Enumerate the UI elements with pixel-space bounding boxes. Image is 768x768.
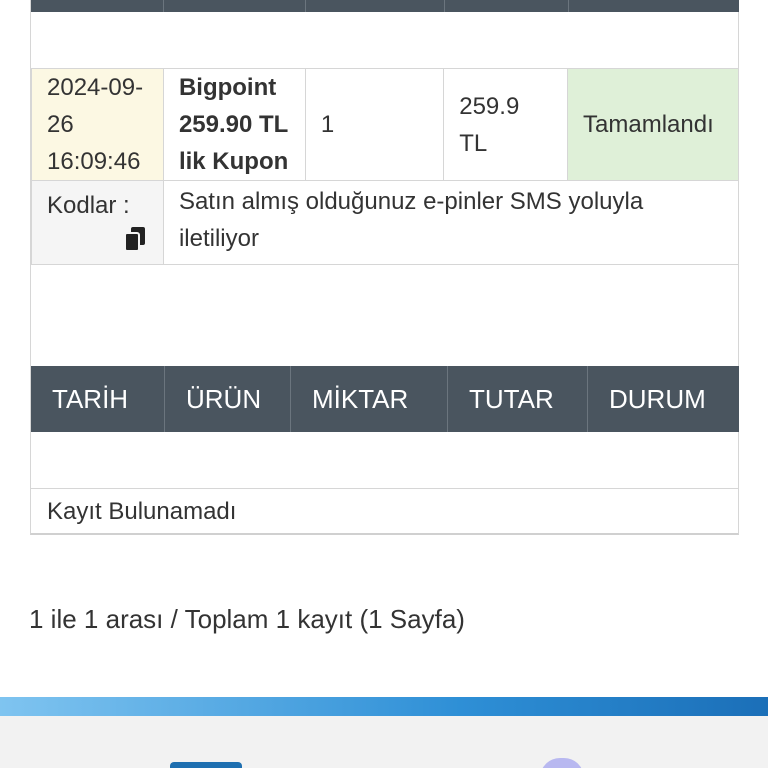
previous-table-header [31,0,739,12]
order-amount: 259.9 TL [443,68,569,181]
column-quantity: MİKTAR [291,366,448,432]
order-status: Tamamlandı [567,68,739,181]
copy-icon[interactable] [121,225,149,253]
codes-row: Kodlar : Satın almış olduğunuz e-pinler … [31,180,740,265]
codes-cell: Kodlar : [31,180,164,265]
empty-result: Kayıt Bulunamadı [31,488,739,535]
order-quantity: 1 [304,68,445,181]
list-header: TARİH ÜRÜN MİKTAR TUTAR DURUM [31,366,739,432]
orders-panel: 2024-09-26 16:09:46 Bigpoint 259.90 TL l… [30,0,740,535]
column-date: TARİH [31,366,165,432]
column-status: DURUM [609,384,706,414]
codes-label: Kodlar : [47,192,130,219]
order-table: 2024-09-26 16:09:46 Bigpoint 259.90 TL l… [31,68,740,265]
footer-app-icon[interactable] [170,762,242,768]
pagination-summary: 1 ile 1 arası / Toplam 1 kayıt (1 Sayfa) [29,604,465,634]
order-date: 2024-09-26 16:09:46 [31,68,164,181]
column-amount: TUTAR [448,366,588,432]
footer-bar [0,716,768,768]
column-product: ÜRÜN [165,366,291,432]
order-product: Bigpoint 259.90 TL lik Kupon [162,68,306,181]
footer-band [0,697,768,716]
order-row: 2024-09-26 16:09:46 Bigpoint 259.90 TL l… [31,68,739,181]
codes-message: Satın almış olduğunuz e-pinler SMS yoluy… [162,180,740,265]
